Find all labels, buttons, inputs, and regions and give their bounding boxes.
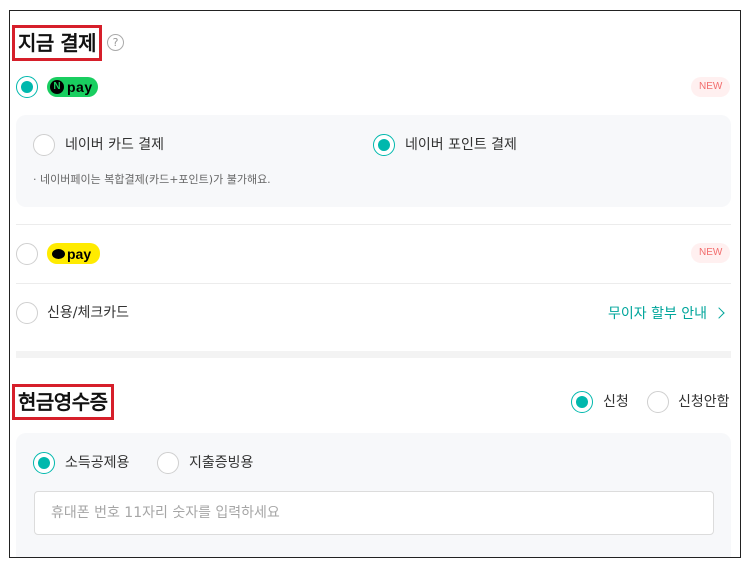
naver-card-payment-label[interactable]: 네이버 카드 결제 bbox=[65, 135, 164, 155]
apply-radio[interactable] bbox=[571, 391, 593, 413]
section-separator bbox=[16, 351, 731, 358]
installment-info-label: 무이자 할부 안내 bbox=[608, 306, 708, 322]
naver-card-payment-radio[interactable] bbox=[33, 134, 55, 156]
chevron-right-icon bbox=[713, 307, 725, 319]
income-deduction-radio[interactable] bbox=[33, 452, 55, 474]
naver-pay-note: · 네이버페이는 복합결제(카드+포인트)가 불가해요. bbox=[33, 173, 271, 186]
naver-pay-new-badge: NEW bbox=[691, 77, 731, 97]
naver-pay-logo: N pay bbox=[47, 77, 98, 97]
kakao-pay-new-badge: NEW bbox=[691, 243, 731, 263]
credit-card-label[interactable]: 신용/체크카드 bbox=[47, 303, 129, 323]
phone-number-input[interactable] bbox=[34, 491, 714, 535]
expense-proof-label[interactable]: 지출증빙용 bbox=[189, 453, 253, 473]
kakao-pay-radio[interactable] bbox=[16, 243, 38, 265]
naver-point-payment-radio[interactable] bbox=[373, 134, 395, 156]
kakao-pay-logo-text: pay bbox=[67, 245, 92, 262]
kakao-bubble-icon bbox=[52, 248, 65, 259]
naver-point-payment-label[interactable]: 네이버 포인트 결제 bbox=[405, 135, 517, 155]
apply-label[interactable]: 신청 bbox=[603, 392, 629, 412]
credit-card-radio[interactable] bbox=[16, 302, 38, 324]
divider bbox=[16, 283, 731, 284]
kakao-pay-logo: pay bbox=[47, 243, 100, 264]
income-deduction-label[interactable]: 소득공제용 bbox=[65, 453, 129, 473]
naver-pay-options-panel: 네이버 카드 결제 네이버 포인트 결제 · 네이버페이는 복합결제(카드+포인… bbox=[16, 115, 731, 207]
cash-receipt-panel: 소득공제용 지출증빙용 bbox=[16, 433, 731, 557]
naver-n-icon: N bbox=[50, 80, 64, 94]
pay-now-title: 지금 결제 bbox=[12, 25, 103, 61]
not-apply-radio[interactable] bbox=[647, 391, 669, 413]
cash-receipt-title: 현금영수증 bbox=[12, 384, 114, 420]
help-icon[interactable]: ? bbox=[107, 34, 124, 51]
not-apply-label[interactable]: 신청안함 bbox=[678, 392, 730, 412]
naver-pay-logo-text: pay bbox=[67, 79, 93, 95]
divider bbox=[16, 224, 731, 225]
installment-info-link[interactable]: 무이자 할부 안내 bbox=[608, 304, 725, 324]
naver-pay-radio[interactable] bbox=[16, 76, 38, 98]
expense-proof-radio[interactable] bbox=[157, 452, 179, 474]
payment-form: 지금 결제 ? N pay NEW 네이버 카드 결제 네이버 포인트 결제 ·… bbox=[9, 10, 741, 558]
